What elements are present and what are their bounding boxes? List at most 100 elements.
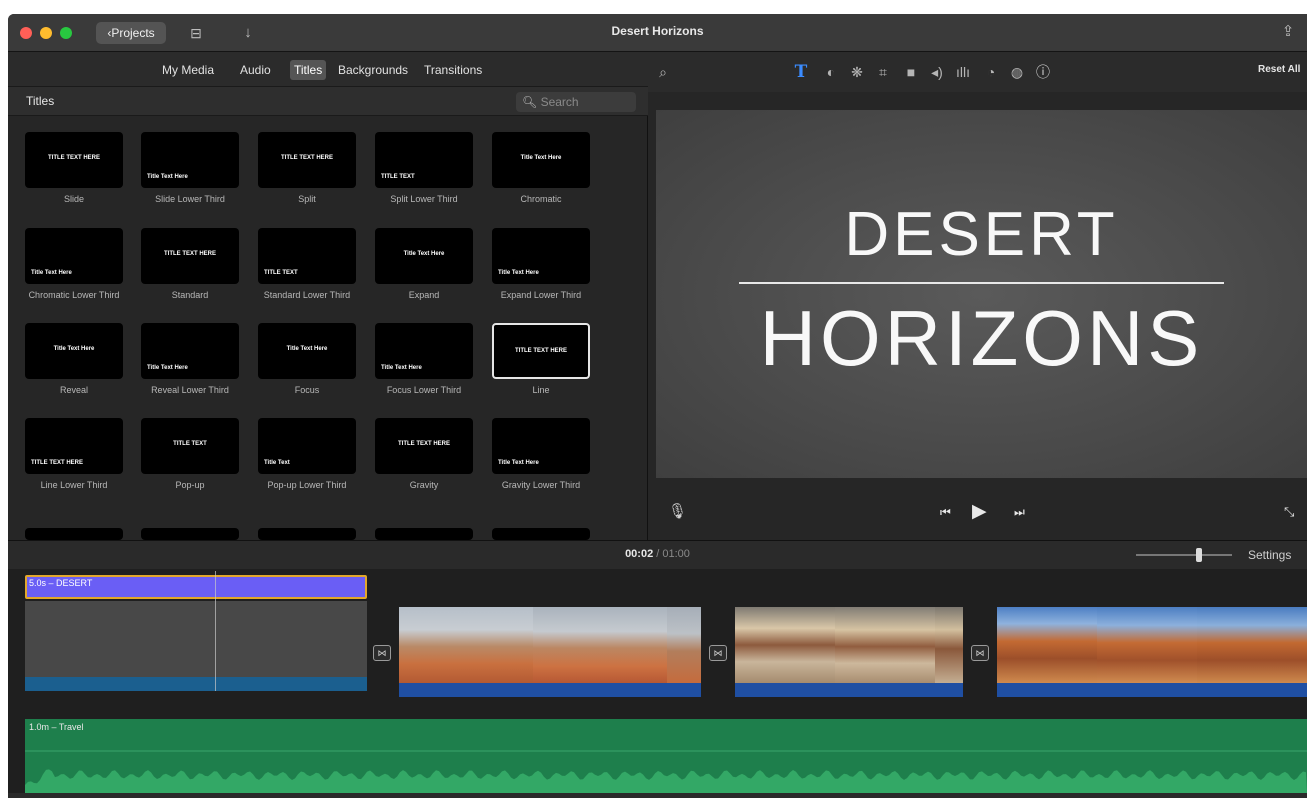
skip-back-icon[interactable]: ⏮︎ bbox=[940, 502, 951, 522]
noise-reduction-icon[interactable]: ◍ bbox=[1006, 62, 1028, 82]
tab-backgrounds[interactable]: Backgrounds bbox=[334, 60, 412, 80]
transition-icon[interactable]: ⋈ bbox=[373, 645, 391, 661]
title-thumbnail-label: Chromatic bbox=[520, 194, 562, 204]
zoom-slider-knob[interactable] bbox=[1196, 548, 1202, 562]
skip-forward-icon[interactable]: ⏭︎ bbox=[1014, 502, 1025, 522]
thumbnail-text: TITLE TEXT HERE bbox=[280, 155, 333, 161]
clip-audio-strip bbox=[997, 683, 1307, 697]
thumbnail-text: Title Text Here bbox=[381, 365, 422, 371]
zoom-slider[interactable] bbox=[1136, 554, 1232, 556]
info-icon[interactable]: ⓘ bbox=[1032, 62, 1054, 82]
title-thumbnail[interactable]: Title Text bbox=[258, 418, 356, 474]
timeline-header: 00:02 / 01:00 Settings bbox=[8, 541, 1307, 569]
thumbnail-text: Title Text Here bbox=[31, 270, 72, 276]
thumbnail-text: Title Text Here bbox=[520, 155, 562, 161]
equalizer-icon[interactable]: ıllı bbox=[952, 62, 974, 82]
color-balance-icon[interactable]: ◐ bbox=[820, 62, 842, 82]
play-icon[interactable]: ▶ bbox=[972, 502, 987, 522]
title-thumbnail[interactable]: TITLE TEXT bbox=[141, 418, 239, 474]
preview-title-line2: HORIZONS bbox=[759, 294, 1204, 382]
title-thumbnail-label: Reveal bbox=[59, 385, 88, 395]
current-time: 00:02 bbox=[625, 548, 654, 560]
tab-transitions[interactable]: Transitions bbox=[420, 60, 486, 80]
title-bar: ‹Projects ⊟ ↓ Desert Horizons ⇪ bbox=[8, 14, 1307, 52]
title-thumbnail[interactable]: TITLE TEXT HERE bbox=[25, 132, 123, 188]
thumbnail-text: TITLE TEXT HERE bbox=[163, 251, 216, 257]
video-clip-1[interactable] bbox=[399, 607, 701, 683]
crop-icon[interactable]: ⌗ bbox=[872, 62, 894, 82]
title-thumbnail-label: Chromatic Lower Third bbox=[28, 290, 120, 300]
tab-titles[interactable]: Titles bbox=[290, 60, 327, 80]
title-thumbnail-partial[interactable] bbox=[25, 528, 123, 540]
background-music-clip[interactable]: 1.0m – Travel bbox=[25, 719, 1307, 793]
search-input[interactable]: 🔍︎ Search bbox=[516, 92, 636, 112]
stabilize-icon[interactable]: ■ bbox=[900, 62, 922, 82]
text-icon[interactable]: T bbox=[790, 62, 812, 82]
title-thumbnail[interactable]: TITLE TEXT HERE bbox=[141, 228, 239, 284]
clip-audio-strip bbox=[399, 683, 701, 697]
title-thumbnail[interactable]: TITLE TEXT HERE bbox=[25, 418, 123, 474]
volume-icon[interactable]: ◂) bbox=[926, 62, 948, 82]
title-thumbnail-partial[interactable] bbox=[141, 528, 239, 540]
title-thumbnail-label: Pop-up bbox=[175, 480, 205, 490]
transition-icon[interactable]: ⋈ bbox=[709, 645, 727, 661]
playhead[interactable] bbox=[215, 571, 216, 691]
share-icon[interactable]: ⇪ bbox=[1276, 20, 1300, 44]
viewer: ⌕ T ◐ ❋ ⌗ ■ ◂) ıllı ◔ ◍ ⓘ Reset All DESE… bbox=[648, 52, 1307, 540]
microphone-icon[interactable]: 🎙︎ bbox=[668, 502, 687, 522]
title-thumbnail-partial[interactable] bbox=[492, 528, 590, 540]
clip-audio-strip bbox=[735, 683, 963, 697]
title-thumbnail[interactable]: Title Text Here bbox=[492, 418, 590, 474]
thumbnail-text: Title Text Here bbox=[147, 174, 188, 180]
title-thumbnail[interactable]: Title Text Here bbox=[141, 132, 239, 188]
thumbnail-text: TITLE TEXT bbox=[381, 174, 415, 180]
timeline-scrollbar[interactable] bbox=[8, 793, 1307, 798]
title-thumbnail-partial[interactable] bbox=[258, 528, 356, 540]
thumbnail-text: Title Text Here bbox=[147, 365, 188, 371]
playback-controls: 🎙︎ ⏮︎ ▶ ⏭︎ ⤡ bbox=[648, 488, 1307, 540]
title-thumbnail[interactable]: TITLE TEXT HERE bbox=[258, 132, 356, 188]
title-thumbnail-label: Slide bbox=[63, 194, 84, 204]
title-thumbnail[interactable]: Title Text Here bbox=[25, 323, 123, 379]
timeline-settings-button[interactable]: Settings bbox=[1248, 548, 1291, 562]
reset-all-button[interactable]: Reset All bbox=[1258, 64, 1300, 75]
title-thumbnail-label: Focus Lower Third bbox=[386, 385, 462, 395]
total-time: 01:00 bbox=[662, 548, 690, 560]
fullscreen-icon[interactable]: ⤡ bbox=[1284, 502, 1294, 522]
video-clip-2[interactable] bbox=[735, 607, 963, 683]
browser-tab-bar: My Media Audio Titles Backgrounds Transi… bbox=[8, 52, 648, 86]
speed-icon[interactable]: ◔ bbox=[980, 62, 1002, 82]
transition-icon[interactable]: ⋈ bbox=[971, 645, 989, 661]
title-thumbnail[interactable]: TITLE TEXT HERE bbox=[492, 323, 590, 379]
title-thumbnail[interactable]: Title Text Here bbox=[141, 323, 239, 379]
title-thumbnail[interactable]: Title Text Here bbox=[25, 228, 123, 284]
tab-my-media[interactable]: My Media bbox=[158, 60, 218, 80]
title-thumbnail[interactable]: Title Text Here bbox=[258, 323, 356, 379]
preview-title-rule bbox=[739, 282, 1224, 284]
audio-clip-label: 1.0m – Travel bbox=[29, 722, 84, 732]
title-thumbnail[interactable]: TITLE TEXT bbox=[375, 132, 473, 188]
title-thumbnail-partial[interactable] bbox=[375, 528, 473, 540]
thumbnail-text: TITLE TEXT bbox=[173, 441, 207, 447]
title-thumbnail-label: Line Lower Third bbox=[40, 480, 108, 490]
background-clip[interactable] bbox=[25, 601, 367, 677]
title-clip[interactable]: 5.0s – DESERT bbox=[25, 575, 367, 599]
title-thumbnail-label: Standard Lower Third bbox=[263, 290, 351, 300]
thumbnail-text: TITLE TEXT HERE bbox=[47, 155, 100, 161]
title-thumbnail-label: Pop-up Lower Third bbox=[267, 480, 347, 490]
preview-title-line1: DESERT bbox=[844, 200, 1119, 269]
title-thumbnail[interactable]: TITLE TEXT bbox=[258, 228, 356, 284]
title-thumbnail[interactable]: Title Text Here bbox=[375, 228, 473, 284]
title-thumbnail-label: Split bbox=[298, 194, 316, 204]
title-thumbnail[interactable]: TITLE TEXT HERE bbox=[375, 418, 473, 474]
thumbnail-text: TITLE TEXT bbox=[264, 270, 298, 276]
video-preview: DESERT HORIZONS bbox=[656, 110, 1307, 478]
title-thumbnail[interactable]: Title Text Here bbox=[375, 323, 473, 379]
video-clip-3[interactable] bbox=[997, 607, 1307, 683]
thumbnail-text: Title Text Here bbox=[53, 346, 95, 352]
title-thumbnail[interactable]: Title Text Here bbox=[492, 228, 590, 284]
tab-audio[interactable]: Audio bbox=[236, 60, 275, 80]
title-thumbnail[interactable]: Title Text Here bbox=[492, 132, 590, 188]
search-icon[interactable]: ⌕ bbox=[652, 62, 674, 82]
color-correction-icon[interactable]: ❋ bbox=[846, 62, 868, 82]
